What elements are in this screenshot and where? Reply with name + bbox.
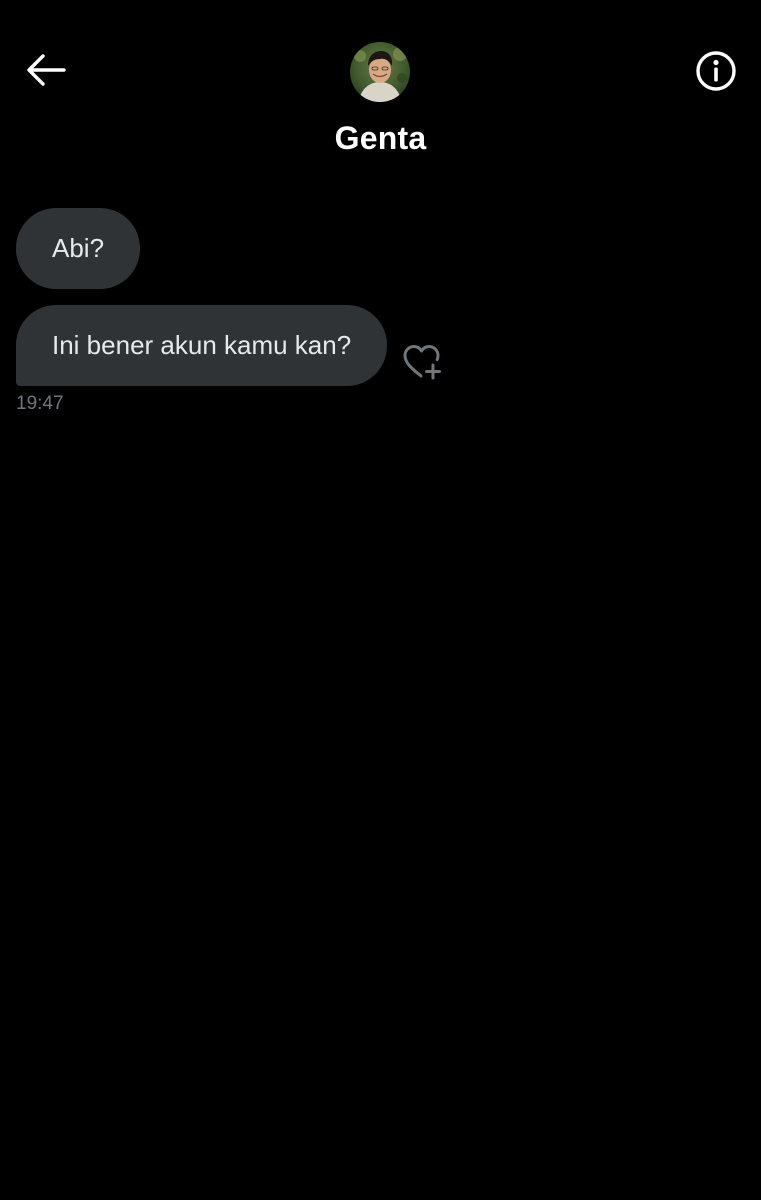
avatar-photo [350, 42, 410, 102]
avatar[interactable] [350, 42, 410, 102]
message-timestamp: 19:47 [16, 393, 64, 414]
message-row: Ini bener akun kamu kan? [0, 305, 761, 386]
add-reaction-button[interactable] [401, 340, 445, 384]
message-bubble[interactable]: Abi? [16, 208, 141, 289]
message-row: Abi? [0, 208, 761, 289]
heart-plus-icon [403, 345, 442, 380]
message-bubble[interactable]: Ini bener akun kamu kan? [16, 305, 388, 386]
info-button[interactable] [691, 46, 741, 96]
arrow-left-icon [27, 54, 66, 86]
back-button[interactable] [22, 48, 70, 92]
info-circle-icon [696, 51, 736, 91]
contact-name: Genta [334, 120, 427, 156]
conversation-header: Genta [0, 0, 761, 180]
message-list: Abi? Ini bener akun kamu kan? 19:47 [0, 208, 761, 416]
